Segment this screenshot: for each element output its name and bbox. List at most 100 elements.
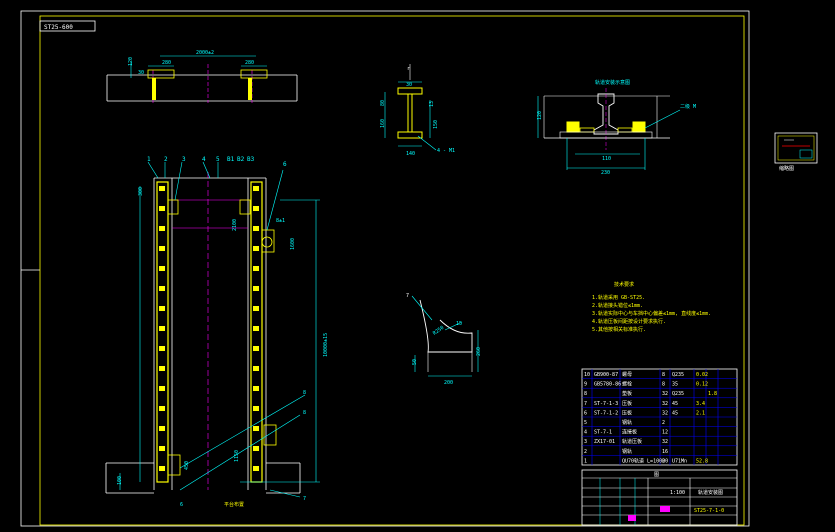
balloon-5: 5 bbox=[216, 156, 220, 163]
title-tag: ST25-600 bbox=[44, 24, 73, 31]
title-company: 图 bbox=[654, 472, 659, 478]
balloon-b1: B1 bbox=[227, 156, 235, 163]
bom-cell: 3.4 bbox=[696, 401, 705, 407]
rail-title: 轨道安装示意图 bbox=[595, 79, 630, 86]
bom-cell: ST-7-1 bbox=[594, 430, 612, 436]
bom-cell: 压板 bbox=[622, 409, 632, 416]
bom-cell: 连接板 bbox=[622, 429, 637, 436]
balloon-4: 4 bbox=[202, 156, 206, 163]
bom-cell: 2.1 bbox=[696, 410, 705, 416]
bom-cell: ST-7-1-3 bbox=[594, 401, 618, 407]
title-drawing-number: ST25-7-1-0 bbox=[694, 508, 724, 514]
section-dim-bottom: 140 bbox=[406, 151, 415, 157]
bom-cell: ST-7-1-2 bbox=[594, 410, 618, 416]
front-bottom-label-6: 6 bbox=[180, 502, 183, 508]
top-dim-overall: 2000±2 bbox=[196, 50, 214, 56]
top-dim-height: 120 bbox=[128, 57, 134, 66]
cad-drawing-canvas[interactable]: ST25-600 2000±2 280 280 120 30 1 2 3 4 5… bbox=[0, 0, 835, 528]
note-line-4: 4.轨道压板间距按设计要求执行. bbox=[592, 318, 666, 325]
section-dim-top: 30 bbox=[406, 82, 412, 88]
note-line-3: 3.轨道实际中心与车挡中心偏差≤1mm, 直线度≤1mm. bbox=[592, 310, 711, 317]
bom-cell: 1 bbox=[584, 458, 587, 464]
notes-title: 技术要求 bbox=[614, 281, 634, 288]
balloon-1: 1 bbox=[147, 156, 151, 163]
bom-cell: 8 bbox=[662, 372, 665, 378]
note-line-5: 5.其他按相关标准执行. bbox=[592, 326, 646, 333]
bracket-dim-right: 260 bbox=[476, 347, 482, 356]
balloon-b2: B2 bbox=[237, 156, 245, 163]
top-dim-right-pad: 280 bbox=[245, 60, 254, 66]
bom-cell: 7 bbox=[584, 401, 587, 407]
top-dim-left-pad: 280 bbox=[162, 60, 171, 66]
section-callout: 4 - M1 bbox=[437, 148, 455, 154]
bom-cell: 螺母 bbox=[622, 371, 632, 378]
front-dim-length-small: 2100 bbox=[232, 219, 238, 231]
bom-cell: 32 bbox=[662, 401, 668, 407]
bom-cell: 8 bbox=[584, 391, 587, 397]
thumbnail-preview[interactable] bbox=[774, 132, 818, 164]
front-bottom-label-8a: 8 bbox=[303, 390, 306, 396]
bom-cell: ZX17-01 bbox=[594, 439, 615, 445]
bom-cell: GB5780-86 bbox=[594, 382, 621, 388]
front-bottom-label-8b: 8 bbox=[303, 410, 306, 416]
bom-cell: 0.12 bbox=[696, 382, 708, 388]
bom-cell: 螺栓 bbox=[622, 381, 632, 388]
bom-cell: 2 bbox=[662, 458, 665, 464]
bom-cell: GB900-87 bbox=[594, 372, 618, 378]
rail-dim-inner: 110 bbox=[602, 156, 611, 162]
front-dim-top-pad: 300 bbox=[138, 187, 144, 196]
bom-cell: Q235 bbox=[672, 391, 684, 397]
bom-cell: 32 bbox=[662, 439, 668, 445]
bom-cell: 3 bbox=[584, 439, 587, 445]
front-view bbox=[105, 161, 320, 498]
title-block bbox=[581, 469, 738, 526]
section-label-top: r bbox=[407, 66, 410, 72]
bom-cell: 6 bbox=[584, 410, 587, 416]
bom-cell: 35 bbox=[672, 382, 678, 388]
bom-cell: 钢轨 bbox=[622, 419, 632, 426]
rail-dim-height: 120 bbox=[537, 111, 543, 120]
front-bottom-text: 平台布置 bbox=[224, 501, 244, 508]
front-dim-total: 10000±15 bbox=[323, 333, 329, 357]
note-line-1: 1.轨道采用 GB-ST25. bbox=[592, 294, 645, 301]
bom-cell: 垫板 bbox=[622, 390, 632, 397]
bom-cell: 压板 bbox=[622, 400, 632, 407]
bom-cell: 5 bbox=[584, 420, 587, 426]
bom-cell: 钢轨 bbox=[622, 448, 632, 455]
bom-cell: 16 bbox=[662, 449, 668, 455]
bom-cell: 45 bbox=[672, 401, 678, 407]
balloon-b3: B3 bbox=[247, 156, 255, 163]
bracket-dim-left: 50 bbox=[412, 359, 418, 365]
top-view bbox=[106, 55, 298, 103]
front-dim-bottom-side: 1150 bbox=[234, 450, 240, 462]
front-bottom-label-7: 7 bbox=[303, 496, 306, 502]
thumbnail-label: 缩略图 bbox=[779, 165, 794, 172]
bom-cell: 32 bbox=[662, 391, 668, 397]
section-dim-left1: 80 bbox=[380, 100, 386, 106]
bracket-dim-top: 15 bbox=[456, 321, 462, 327]
bom-cell: 2 bbox=[662, 420, 665, 426]
bom-cell: 2 bbox=[584, 449, 587, 455]
bom-cell: 轨道压板 bbox=[622, 438, 642, 445]
bom-cell: 0.02 bbox=[696, 372, 708, 378]
section-dim-right2: 150 bbox=[433, 120, 439, 129]
rail-dim-outer: 230 bbox=[601, 170, 610, 176]
bom-cell: 10 bbox=[584, 372, 590, 378]
bom-cell: 12 bbox=[662, 430, 668, 436]
front-dim-width-bottom: 1600 bbox=[290, 238, 296, 250]
bom-cell: 32 bbox=[662, 410, 668, 416]
front-view-balloons: 1 2 3 4 5 B1 B2 B3 6 bbox=[147, 156, 287, 168]
balloon-2: 2 bbox=[164, 156, 168, 163]
section-dim-left2: 160 bbox=[380, 119, 386, 128]
section-dim-right1: 13 bbox=[429, 101, 435, 107]
balloon-right: 6 bbox=[283, 161, 287, 168]
bom-cell: 1.8 bbox=[708, 391, 717, 397]
bom-cell: 4 bbox=[584, 430, 587, 436]
balloon-3: 3 bbox=[182, 156, 186, 163]
bom-cell: 9 bbox=[584, 382, 587, 388]
bom-cell: 8 bbox=[662, 382, 665, 388]
bom-cell: 52.8 bbox=[696, 458, 708, 464]
bracket-view bbox=[411, 295, 479, 377]
bom-cell: Q235 bbox=[672, 372, 684, 378]
title-drawing-name: 轨道安装图 bbox=[698, 489, 723, 496]
